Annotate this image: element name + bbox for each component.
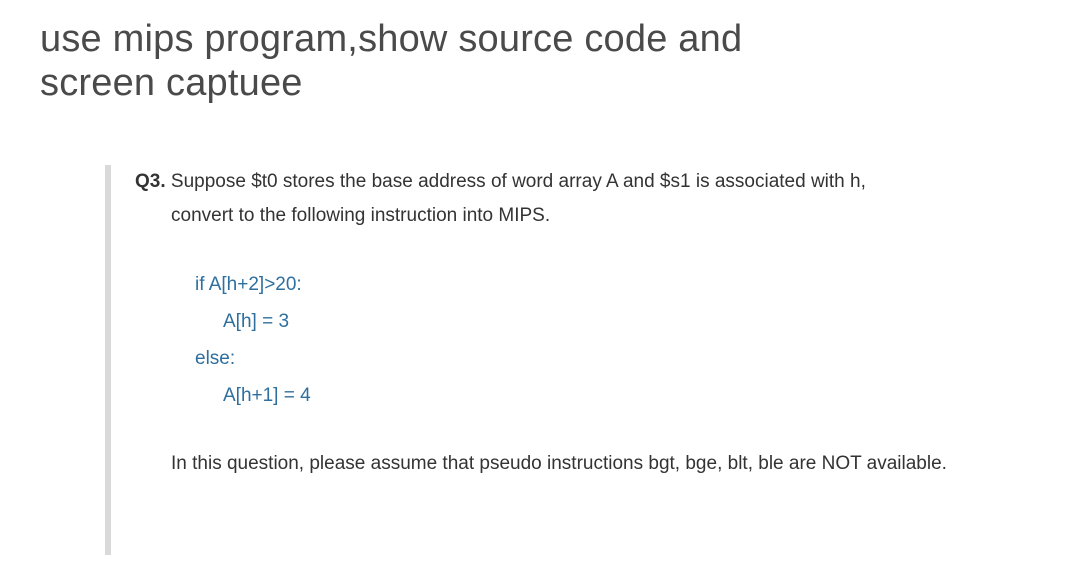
- pseudocode-block: if A[h+2]>20: A[h] = 3 else: A[h+1] = 4: [195, 266, 1050, 414]
- quote-left-rule: [105, 165, 111, 555]
- page-title: use mips program,show source code and sc…: [40, 18, 1050, 105]
- question-block: Q3. Suppose $t0 stores the base address …: [135, 165, 1050, 480]
- page-root: use mips program,show source code and sc…: [0, 0, 1080, 490]
- question-prompt: Q3. Suppose $t0 stores the base address …: [135, 165, 1050, 232]
- pseudo-line-1: if A[h+2]>20:: [195, 266, 1050, 303]
- pseudo-line-4: A[h+1] = 4: [223, 377, 1050, 414]
- question-text-line-1: Suppose $t0 stores the base address of w…: [166, 171, 866, 192]
- title-line-2: screen captuee: [40, 62, 303, 104]
- pseudo-line-2: A[h] = 3: [223, 303, 1050, 340]
- title-line-1: use mips program,show source code and: [40, 18, 742, 60]
- question-label: Q3.: [135, 171, 166, 192]
- question-note: In this question, please assume that pse…: [171, 448, 991, 480]
- question-text-line-2: convert to the following instruction int…: [171, 199, 1050, 232]
- pseudo-line-3: else:: [195, 340, 1050, 377]
